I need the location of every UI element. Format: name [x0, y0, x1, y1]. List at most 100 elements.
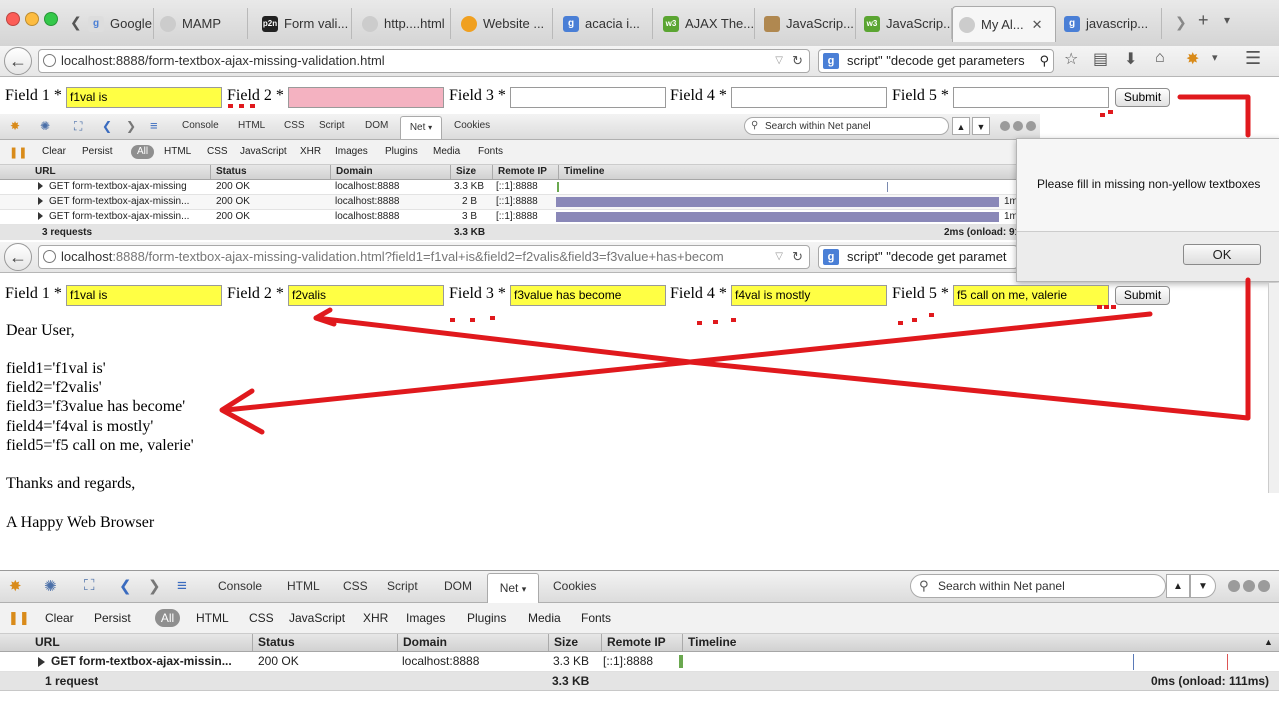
filter-xhr[interactable]: XHR	[300, 146, 321, 157]
field1-input[interactable]: f1val is	[66, 285, 222, 306]
inspect-icon[interactable]: ✺	[44, 577, 57, 595]
tab-1[interactable]: MAMP	[154, 8, 248, 39]
filter-fonts[interactable]: Fonts	[581, 611, 611, 625]
menu-icon[interactable]: ☰	[1245, 48, 1261, 69]
net-search-input[interactable]: ⚲ Search within Net panel	[744, 117, 949, 135]
tab-5[interactable]: g acacia i...	[557, 8, 653, 39]
filter-all[interactable]: All	[155, 609, 180, 627]
tabs-scroll-left-icon[interactable]: ❮	[70, 14, 82, 31]
minimize-firebug-icon[interactable]	[1228, 580, 1240, 592]
url-bar[interactable]: localhost:8888/form-textbox-ajax-missing…	[38, 49, 810, 73]
clear-button[interactable]: Clear	[42, 146, 66, 157]
submit-button[interactable]: Submit	[1115, 286, 1170, 305]
detach-firebug-icon[interactable]	[1013, 121, 1023, 131]
download-icon[interactable]: ⬇	[1124, 49, 1137, 69]
panel-tab-css[interactable]: CSS	[343, 579, 368, 593]
field1-input[interactable]: f1val is	[66, 87, 222, 108]
filter-html[interactable]: HTML	[196, 611, 229, 625]
col-timeline[interactable]: Timeline	[682, 634, 1262, 651]
search-next-button[interactable]: ▼	[1190, 574, 1216, 598]
panel-tab-cookies[interactable]: Cookies	[454, 120, 490, 131]
field5-input[interactable]: f5 call on me, valerie	[953, 285, 1109, 306]
filter-plugins[interactable]: Plugins	[467, 611, 506, 625]
filter-media[interactable]: Media	[433, 146, 460, 157]
forward-icon[interactable]: ❯	[126, 119, 136, 133]
dom-inspect-icon[interactable]: ⛶	[74, 119, 82, 134]
ok-button[interactable]: OK	[1183, 244, 1261, 265]
net-search-input[interactable]: ⚲ Search within Net panel	[910, 574, 1166, 598]
close-firebug-icon[interactable]	[1258, 580, 1270, 592]
col-status[interactable]: Status	[252, 634, 396, 651]
field3-input[interactable]: f3value has become	[510, 285, 666, 306]
col-domain[interactable]: Domain	[397, 634, 547, 651]
filter-css[interactable]: CSS	[207, 146, 228, 157]
panel-tab-net[interactable]: Net ▾	[487, 573, 539, 603]
url-history-dropdown-icon[interactable]: ▽	[775, 50, 783, 72]
reload-icon[interactable]: ↻	[792, 50, 803, 72]
close-window-icon[interactable]	[6, 12, 20, 26]
filter-javascript[interactable]: JavaScript	[240, 146, 287, 157]
back-button[interactable]: ←	[4, 47, 32, 75]
reload-icon[interactable]: ↻	[792, 246, 803, 268]
col-domain[interactable]: Domain	[330, 165, 448, 179]
filter-images[interactable]: Images	[335, 146, 368, 157]
panel-tab-cookies[interactable]: Cookies	[553, 579, 596, 593]
field2-input[interactable]	[288, 87, 444, 108]
minimize-firebug-icon[interactable]	[1000, 121, 1010, 131]
forward-icon[interactable]: ❯	[148, 577, 161, 595]
col-remote-ip[interactable]: Remote IP	[492, 165, 556, 179]
col-url[interactable]: URL	[30, 165, 210, 179]
search-bar[interactable]: g script" "decode get parameters ⚲	[818, 49, 1054, 73]
pause-icon[interactable]: ❚❚	[8, 610, 30, 626]
firebug-bug-icon[interactable]: ✸	[10, 119, 20, 133]
tab-3[interactable]: http....html	[356, 8, 451, 39]
close-tab-icon[interactable]: ✕	[1032, 17, 1043, 33]
filter-html[interactable]: HTML	[164, 146, 191, 157]
pause-icon[interactable]: ❚❚	[9, 146, 27, 159]
col-size[interactable]: Size	[548, 634, 600, 651]
panel-tab-net[interactable]: Net ▾	[400, 116, 442, 139]
panel-tab-console[interactable]: Console	[218, 579, 262, 593]
col-status[interactable]: Status	[210, 165, 328, 179]
console-icon[interactable]: ≡	[150, 118, 158, 133]
filter-css[interactable]: CSS	[249, 611, 274, 625]
persist-button[interactable]: Persist	[82, 146, 113, 157]
panel-tab-script[interactable]: Script	[319, 120, 345, 131]
filter-media[interactable]: Media	[528, 611, 561, 625]
search-next-button[interactable]: ▼	[972, 117, 990, 135]
col-size[interactable]: Size	[450, 165, 492, 179]
firebug-bug-icon[interactable]: ✸	[9, 577, 22, 595]
field4-input[interactable]	[731, 87, 887, 108]
tab-8[interactable]: w3 JavaScrip...	[858, 8, 952, 39]
table-row[interactable]: GET form-textbox-ajax-missing 200 OK loc…	[0, 180, 1040, 195]
search-magnifier-icon[interactable]: ⚲	[1037, 50, 1049, 72]
tab-7[interactable]: JavaScrip...	[758, 8, 856, 39]
tab-4[interactable]: Website ...	[455, 8, 553, 39]
inspect-icon[interactable]: ✺	[40, 119, 50, 133]
minimize-window-icon[interactable]	[25, 12, 39, 26]
filter-plugins[interactable]: Plugins	[385, 146, 418, 157]
back-icon[interactable]: ❮	[102, 119, 112, 133]
persist-button[interactable]: Persist	[94, 611, 131, 625]
submit-button[interactable]: Submit	[1115, 88, 1170, 107]
panel-tab-dom[interactable]: DOM	[444, 579, 472, 593]
detach-firebug-icon[interactable]	[1243, 580, 1255, 592]
tab-9-active[interactable]: My Al... ✕	[952, 6, 1056, 42]
search-engine-google-icon[interactable]: g	[823, 53, 839, 69]
field2-input[interactable]: f2valis	[288, 285, 444, 306]
back-icon[interactable]: ❮	[119, 577, 132, 595]
close-firebug-icon[interactable]	[1026, 121, 1036, 131]
col-timeline[interactable]: Timeline	[558, 165, 1018, 179]
table-row[interactable]: GET form-textbox-ajax-missin... 200 OK l…	[0, 652, 1279, 672]
panel-tab-console[interactable]: Console	[182, 120, 219, 131]
tab-6[interactable]: w3 AJAX The...	[657, 8, 755, 39]
filter-images[interactable]: Images	[406, 611, 445, 625]
firebug-icon[interactable]: ✸	[1186, 49, 1199, 69]
search-bar[interactable]: g script" "decode get paramet	[818, 245, 1018, 269]
field3-input[interactable]	[510, 87, 666, 108]
col-url[interactable]: URL	[30, 634, 248, 651]
panel-tab-dom[interactable]: DOM	[365, 120, 388, 131]
firebug-dropdown-icon[interactable]: ▾	[1212, 51, 1218, 64]
search-prev-button[interactable]: ▲	[952, 117, 970, 135]
tab-2[interactable]: p2n Form vali...	[256, 8, 352, 39]
